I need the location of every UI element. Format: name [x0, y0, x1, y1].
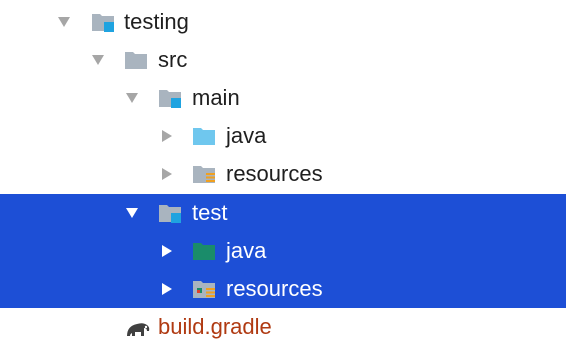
collapsed-arrow-icon[interactable] — [160, 129, 174, 143]
collapsed-arrow-icon[interactable] — [160, 167, 174, 181]
tree-row-resources[interactable]: resources — [0, 155, 566, 193]
module-folder-icon — [91, 11, 117, 33]
resources-folder-icon — [192, 163, 218, 185]
project-tree: testing src main java resources test jav… — [0, 0, 566, 339]
test-source-folder-icon — [192, 240, 218, 262]
tree-row-java[interactable]: java — [0, 117, 566, 155]
tree-row-src[interactable]: src — [0, 41, 566, 79]
tree-row-label: test — [192, 200, 228, 225]
tree-row-label: main — [192, 85, 240, 110]
expanded-arrow-icon[interactable] — [125, 91, 139, 105]
tree-row-label: src — [158, 47, 188, 72]
tree-row-label: resources — [226, 161, 323, 186]
collapsed-arrow-icon[interactable] — [160, 244, 174, 258]
module-folder-icon — [158, 87, 184, 109]
source-folder-icon — [192, 125, 218, 147]
tree-row-label: build.gradle — [158, 314, 272, 339]
module-folder-icon — [158, 202, 184, 224]
expanded-arrow-icon[interactable] — [91, 53, 105, 67]
tree-row-build-gradle[interactable]: build.gradle — [0, 308, 566, 346]
expanded-arrow-icon[interactable] — [125, 206, 139, 220]
test-resources-folder-icon — [192, 278, 218, 300]
folder-icon — [124, 49, 150, 71]
expanded-arrow-icon[interactable] — [57, 15, 71, 29]
collapsed-arrow-icon[interactable] — [160, 282, 174, 296]
tree-row-test-resources[interactable]: resources — [0, 270, 566, 308]
tree-row-label: resources — [226, 276, 323, 301]
tree-row-testing[interactable]: testing — [0, 3, 566, 41]
tree-row-label: testing — [124, 9, 189, 34]
tree-row-label: java — [226, 123, 267, 148]
tree-row-test[interactable]: test — [0, 194, 566, 232]
tree-row-label: java — [226, 238, 267, 263]
tree-row-test-java[interactable]: java — [0, 232, 566, 270]
tree-row-main[interactable]: main — [0, 79, 566, 117]
